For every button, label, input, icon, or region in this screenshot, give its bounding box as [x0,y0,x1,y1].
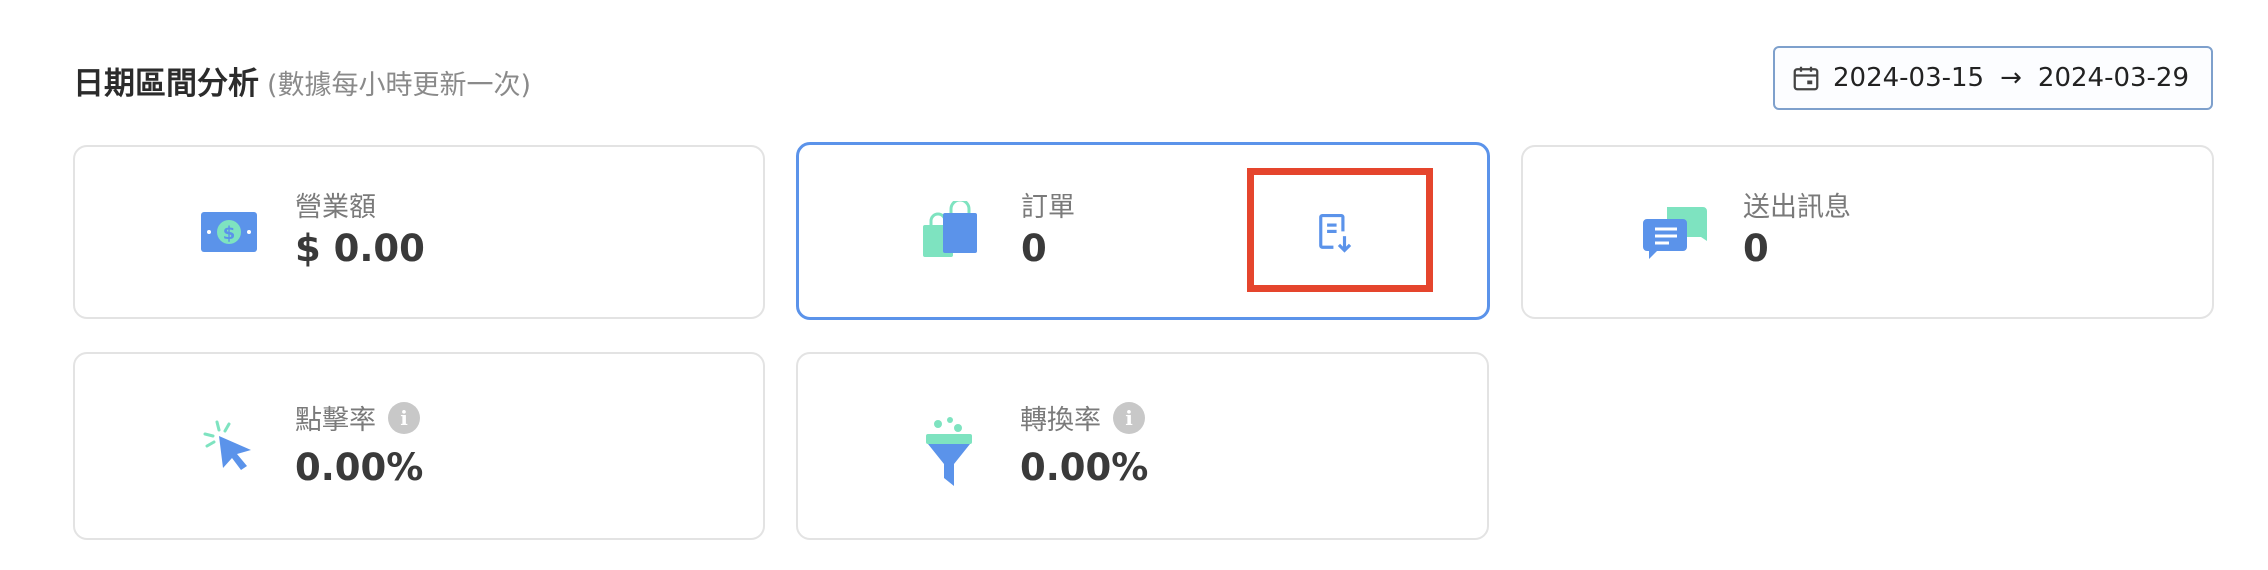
date-range-picker[interactable]: 2024-03-15 → 2024-03-29 [1773,46,2213,110]
ctr-label: 點擊率 i [295,398,420,437]
info-icon[interactable]: i [388,401,420,434]
range-arrow: → [2000,63,2022,93]
end-date: 2024-03-29 [2037,63,2190,93]
orders-value: 0 [1021,227,1047,270]
start-date: 2024-03-15 [1833,63,1985,93]
svg-text:$: $ [223,223,236,244]
messages-label: 送出訊息 [1743,192,1851,223]
export-document-icon[interactable] [1316,212,1354,254]
revenue-card: $ 營業額 $ 0.00 [73,145,765,319]
revenue-value: $ 0.00 [295,227,425,270]
page-title: 日期區間分析 [73,66,259,102]
update-note: (數據每小時更新一次) [267,70,532,101]
calendar-icon [1793,66,1819,91]
click-cursor-icon [203,420,251,470]
funnel-icon [926,417,972,486]
messages-card: 送出訊息 0 [1521,145,2214,319]
ctr-card: 點擊率 i 0.00% [73,352,765,540]
messages-value: 0 [1743,227,1769,270]
conversion-label: 轉換率 i [1020,398,1145,437]
conversion-value: 0.00% [1020,446,1149,489]
shopping-bags-icon [923,201,977,257]
orders-label: 訂單 [1021,192,1075,223]
section-header: 日期區間分析 (數據每小時更新一次) [73,58,531,108]
money-icon: $ [201,212,257,252]
info-icon[interactable]: i [1113,401,1145,434]
conversion-card: 轉換率 i 0.00% [796,352,1489,540]
chat-bubbles-icon [1643,207,1707,259]
ctr-value: 0.00% [295,446,424,489]
revenue-label: 營業額 [295,192,376,223]
